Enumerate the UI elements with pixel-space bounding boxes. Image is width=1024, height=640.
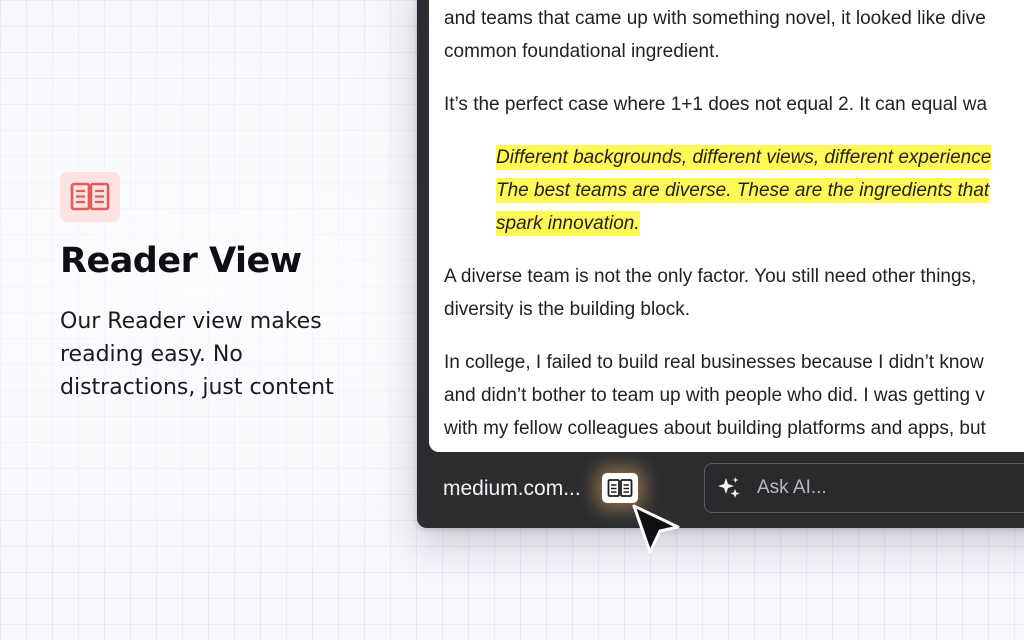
feature-description-line: distractions, just content xyxy=(60,374,334,400)
open-book-icon xyxy=(70,182,110,211)
feature-description: Our Reader view makes reading easy. No d… xyxy=(60,305,380,404)
article-line: with my fellow colleagues about building… xyxy=(444,418,986,439)
ask-ai-placeholder: Ask AI... xyxy=(757,477,827,498)
feature-panel: Reader View Our Reader view makes readin… xyxy=(60,172,380,404)
feature-description-line: reading easy. No xyxy=(60,341,243,367)
reader-view-button[interactable] xyxy=(602,473,638,503)
article-content: and teams that came up with something no… xyxy=(444,0,1024,445)
quote-line: The best teams are diverse. These are th… xyxy=(496,178,990,203)
feature-description-line: Our Reader view makes xyxy=(60,308,322,334)
open-book-icon xyxy=(607,479,633,497)
article-line: In college, I failed to build real busin… xyxy=(444,352,984,373)
highlighted-quote: Different backgrounds, different views, … xyxy=(444,141,1024,240)
mouse-cursor-icon xyxy=(632,504,680,554)
article-line: common foundational ingredient. xyxy=(444,41,720,62)
sparkle-icon xyxy=(715,474,743,502)
browser-window: and teams that came up with something no… xyxy=(417,0,1024,528)
article-line: diversity is the building block. xyxy=(444,299,691,320)
reader-page[interactable]: and teams that came up with something no… xyxy=(429,0,1024,452)
article-line: It’s the perfect case where 1+1 does not… xyxy=(444,94,988,115)
article-line: and didn’t bother to team up with people… xyxy=(444,385,985,406)
article-line: and teams that came up with something no… xyxy=(444,8,986,29)
page-url[interactable]: medium.com... xyxy=(443,477,581,501)
ask-ai-input[interactable]: Ask AI... xyxy=(704,463,1024,513)
quote-line: spark innovation. xyxy=(496,211,640,236)
feature-badge xyxy=(60,172,120,222)
quote-line: Different backgrounds, different views, … xyxy=(496,145,992,170)
feature-title: Reader View xyxy=(60,241,302,281)
article-line: A diverse team is not the only factor. Y… xyxy=(444,266,977,287)
